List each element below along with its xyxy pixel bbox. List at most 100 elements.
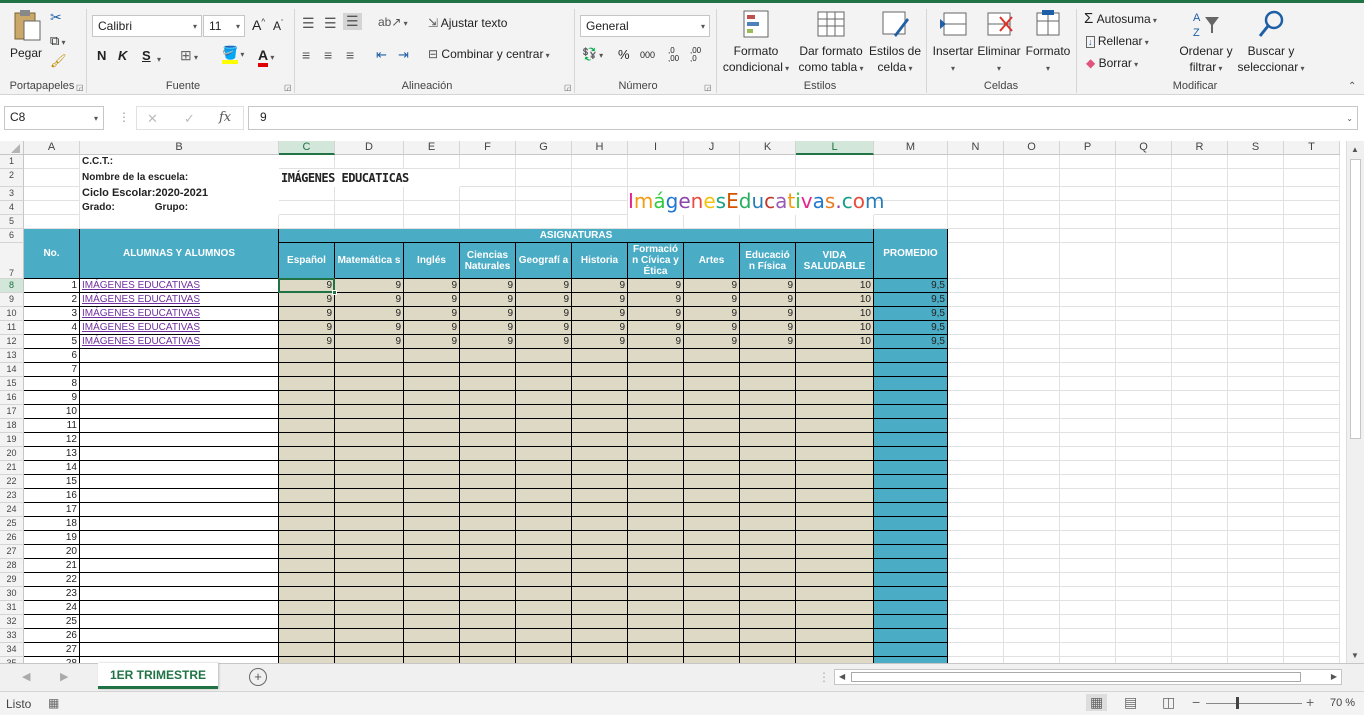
row-header-29[interactable]: 29 [0, 573, 24, 587]
grid-cell[interactable] [684, 155, 740, 169]
grade-cell[interactable] [796, 503, 874, 517]
tab-split-grip-icon[interactable]: ⋮ [818, 670, 830, 684]
grade-cell[interactable] [516, 461, 572, 475]
cell-styles-button[interactable]: Estilos de celda ▾ [866, 9, 924, 77]
grid-cell[interactable] [1228, 201, 1284, 215]
student-name[interactable] [80, 391, 279, 405]
grid-cell[interactable] [1116, 169, 1172, 187]
grid-cell[interactable] [1004, 335, 1060, 349]
grid-cell[interactable] [796, 155, 874, 169]
grid-cell[interactable] [948, 377, 1004, 391]
grade-cell[interactable]: 9 [404, 335, 460, 349]
row-header-27[interactable]: 27 [0, 545, 24, 559]
number-format-select[interactable]: General ▾ [580, 15, 710, 37]
grade-cell[interactable] [279, 391, 335, 405]
grade-cell[interactable] [404, 601, 460, 615]
grade-cell[interactable] [684, 629, 740, 643]
column-header-p[interactable]: P [1060, 141, 1116, 155]
grade-cell[interactable] [684, 559, 740, 573]
grade-cell[interactable] [628, 517, 684, 531]
average-cell[interactable] [874, 377, 948, 391]
grid-cell[interactable] [1060, 545, 1116, 559]
align-middle-button[interactable]: ☰ [324, 15, 337, 32]
grid-cell[interactable] [460, 169, 516, 187]
grid-cell[interactable] [1172, 229, 1228, 243]
italic-button[interactable]: K [118, 48, 127, 63]
grade-cell[interactable] [516, 405, 572, 419]
student-number[interactable]: 19 [24, 531, 80, 545]
grade-cell[interactable] [516, 419, 572, 433]
grid-cell[interactable] [1004, 489, 1060, 503]
grade-cell[interactable] [335, 475, 404, 489]
grid-cell[interactable] [1116, 615, 1172, 629]
row-header-22[interactable]: 22 [0, 475, 24, 489]
grade-cell[interactable] [279, 419, 335, 433]
grade-cell[interactable] [572, 517, 628, 531]
grade-cell[interactable] [740, 587, 796, 601]
macro-record-icon[interactable]: ▦ [48, 696, 59, 710]
grid-cell[interactable] [1116, 587, 1172, 601]
grade-cell[interactable] [460, 433, 516, 447]
grid-cell[interactable] [1116, 215, 1172, 229]
average-cell[interactable] [874, 391, 948, 405]
scroll-left-icon[interactable]: ◀ [839, 672, 845, 681]
grade-cell[interactable] [279, 643, 335, 657]
grade-cell[interactable] [279, 461, 335, 475]
grade-cell[interactable] [335, 601, 404, 615]
grid-cell[interactable] [948, 475, 1004, 489]
grade-cell[interactable] [404, 447, 460, 461]
grid-cell[interactable] [1116, 433, 1172, 447]
grade-cell[interactable] [516, 531, 572, 545]
grid-cell[interactable] [1172, 559, 1228, 573]
student-number[interactable]: 4 [24, 321, 80, 335]
grade-cell[interactable] [404, 643, 460, 657]
row-header-7[interactable]: 7 [0, 243, 24, 279]
grid-cell[interactable] [1116, 243, 1172, 279]
fill-color-button[interactable]: 🪣 ▾ [222, 45, 244, 64]
grid-cell[interactable] [948, 545, 1004, 559]
subject-header-english[interactable]: Inglés [404, 243, 460, 279]
grade-cell[interactable]: 9 [335, 335, 404, 349]
borders-button[interactable]: ⊞ ▾ [180, 47, 198, 64]
subject-header-geography[interactable]: Geografí a [516, 243, 572, 279]
grid-cell[interactable] [874, 201, 948, 215]
grade-cell[interactable] [335, 349, 404, 363]
grid-cell[interactable] [1228, 503, 1284, 517]
grade-cell[interactable] [572, 475, 628, 489]
grade-cell[interactable] [740, 489, 796, 503]
grid-cell[interactable] [1004, 201, 1060, 215]
grid-cell[interactable] [572, 169, 628, 187]
row-header-21[interactable]: 21 [0, 461, 24, 475]
grid-cell[interactable] [1060, 155, 1116, 169]
grid-cell[interactable] [1060, 279, 1116, 293]
grid-cell[interactable] [1228, 601, 1284, 615]
average-cell[interactable]: 9,5 [874, 279, 948, 293]
grade-cell[interactable] [628, 587, 684, 601]
grid-cell[interactable] [1172, 349, 1228, 363]
insert-cells-button[interactable]: Insertar ▾ [930, 9, 976, 77]
grid-cell[interactable] [1284, 363, 1340, 377]
grid-cell[interactable] [1228, 419, 1284, 433]
grade-cell[interactable] [740, 517, 796, 531]
grid-cell[interactable] [1004, 643, 1060, 657]
grid-cell[interactable] [1060, 643, 1116, 657]
student-name[interactable] [80, 433, 279, 447]
grade-cell[interactable] [404, 573, 460, 587]
sheet-tab-1er-trimestre[interactable]: 1ER TRIMESTRE [98, 663, 218, 689]
grid-cell[interactable] [1172, 531, 1228, 545]
row-header-34[interactable]: 34 [0, 643, 24, 657]
student-name[interactable]: IMÁGENES EDUCATIVAS [80, 307, 279, 321]
underline-button[interactable]: S [142, 48, 151, 63]
grid-cell[interactable] [1004, 349, 1060, 363]
student-name[interactable] [80, 601, 279, 615]
grade-cell[interactable]: 9 [460, 279, 516, 293]
grid-cell[interactable] [948, 229, 1004, 243]
grade-cell[interactable] [404, 629, 460, 643]
grade-cell[interactable] [684, 475, 740, 489]
grade-group-row[interactable]: Grado: Grupo: [80, 201, 279, 215]
row-header-18[interactable]: 18 [0, 419, 24, 433]
grid-cell[interactable] [1004, 601, 1060, 615]
grade-cell[interactable] [279, 349, 335, 363]
grade-cell[interactable] [335, 363, 404, 377]
student-number[interactable]: 5 [24, 335, 80, 349]
